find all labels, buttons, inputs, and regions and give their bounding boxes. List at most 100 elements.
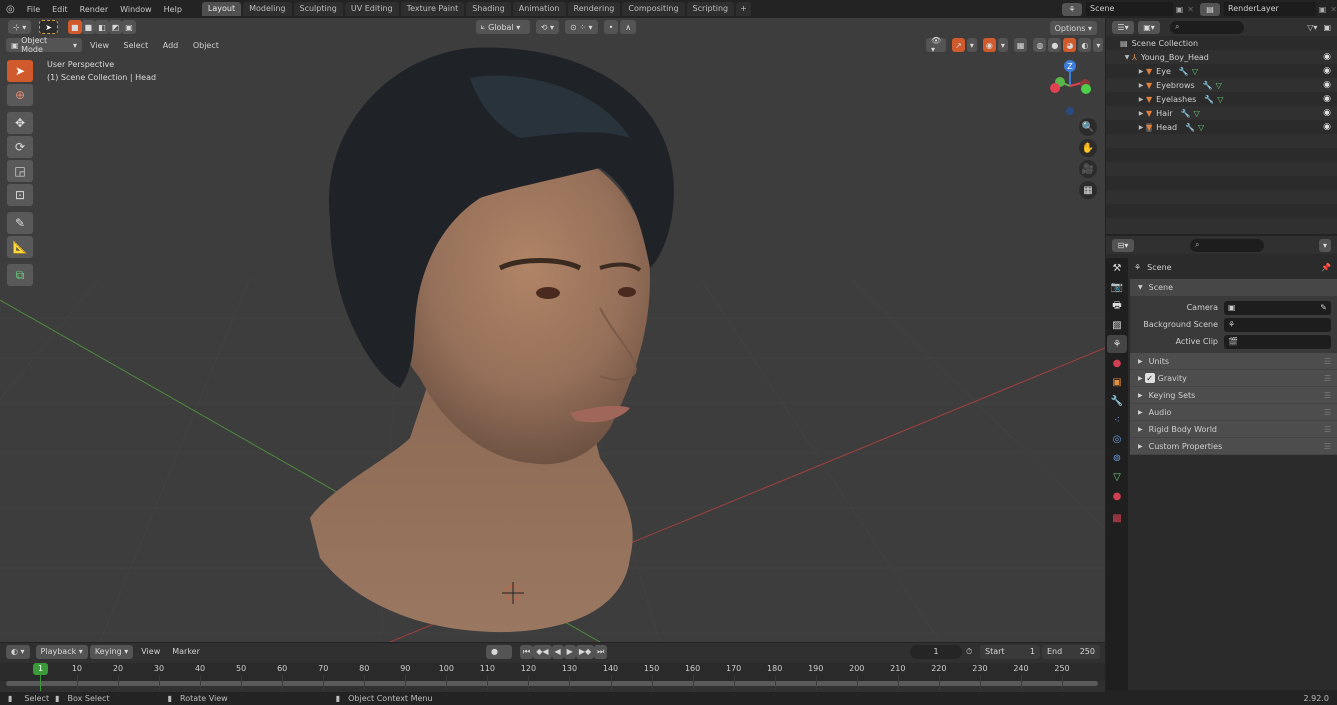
- select-intersect-icon[interactable]: ▣: [122, 20, 136, 34]
- select-box-tool-icon[interactable]: ➤: [7, 60, 33, 82]
- menu-select[interactable]: Select: [118, 41, 155, 50]
- output-tab-icon[interactable]: 🖶: [1107, 297, 1127, 315]
- tab-shading[interactable]: Shading: [466, 2, 511, 16]
- expand-down-icon[interactable]: ▼: [1122, 54, 1132, 61]
- expand-right-icon[interactable]: ▶: [1136, 68, 1146, 75]
- 3d-viewport[interactable]: ⊹ ▾ ➤ ■ ■ ◧ ◩ ▣ ⟀ Global ▾ ⟲ ▾ ⊙ ⁘ ▾ • ∧…: [0, 18, 1105, 642]
- visibility-eye-icon[interactable]: ◉: [1323, 108, 1331, 118]
- drag-grip-icon[interactable]: ☰: [1324, 391, 1331, 400]
- shading-material[interactable]: ◕: [1063, 38, 1077, 52]
- jump-end-icon[interactable]: ⏭: [594, 644, 608, 659]
- rigid-body-world-panel[interactable]: ▶ Rigid Body World ☰: [1130, 421, 1337, 438]
- proportional-edit-toggle[interactable]: •: [603, 20, 619, 34]
- select-invert-icon[interactable]: ◩: [108, 20, 123, 34]
- custom-properties-panel[interactable]: ▶ Custom Properties ☰: [1130, 438, 1337, 455]
- tab-modeling[interactable]: Modeling: [243, 2, 292, 16]
- tab-layout[interactable]: Layout: [201, 2, 242, 16]
- scene-selector[interactable]: ⚘ Scene ▣ ✕: [1062, 2, 1194, 16]
- display-mode-icon[interactable]: ▣▾: [1138, 20, 1160, 34]
- scene-tab-icon[interactable]: ⚘: [1107, 335, 1127, 353]
- blender-logo-icon[interactable]: ◎: [0, 4, 21, 15]
- filter-icon[interactable]: ▽▾: [1307, 23, 1317, 32]
- outliner-object-row[interactable]: ▶ ▼ Hair 🔧 ▽ ◉: [1106, 106, 1337, 120]
- audio-panel[interactable]: ▶ Audio ☰: [1130, 404, 1337, 421]
- tab-scripting[interactable]: Scripting: [686, 2, 735, 16]
- playback-dropdown[interactable]: Playback ▾: [35, 644, 88, 659]
- shading-rendered[interactable]: ◐: [1078, 38, 1092, 52]
- active-clip-field[interactable]: 🎬: [1224, 334, 1331, 349]
- physics-tab-icon[interactable]: ◎: [1107, 430, 1127, 448]
- play-icon[interactable]: ▶: [563, 644, 576, 659]
- mode-dropdown[interactable]: ▣ Object Mode ▾: [6, 36, 82, 54]
- menu-help[interactable]: Help: [158, 5, 188, 14]
- expand-right-icon[interactable]: ▶: [1136, 110, 1146, 117]
- view-layer-tab-icon[interactable]: ▨: [1107, 316, 1127, 334]
- particles-tab-icon[interactable]: ⁖: [1107, 411, 1127, 429]
- view-layer-icon[interactable]: ▤: [1200, 2, 1220, 16]
- menu-file[interactable]: File: [21, 5, 46, 14]
- object-tab-icon[interactable]: ▣: [1107, 373, 1127, 391]
- cursor-tool-icon[interactable]: ⊕: [7, 84, 33, 106]
- timeline-menu-view[interactable]: View: [135, 647, 166, 656]
- pivot-point-dropdown[interactable]: ⟲ ▾: [535, 20, 560, 34]
- menu-edit[interactable]: Edit: [46, 5, 74, 14]
- keying-dropdown[interactable]: Keying ▾: [89, 644, 134, 659]
- new-view-layer-icon[interactable]: ▣: [1319, 5, 1327, 14]
- modifier-tab-icon[interactable]: 🔧: [1107, 392, 1127, 410]
- zoom-icon[interactable]: 🔍: [1079, 118, 1097, 136]
- drag-grip-icon[interactable]: ☰: [1324, 374, 1331, 383]
- collection-row[interactable]: ▼ ⅄ Young_Boy_Head ◉: [1106, 50, 1337, 64]
- outliner-object-row[interactable]: ▶ ▼ Eyebrows 🔧 ▽ ◉: [1106, 78, 1337, 92]
- select-subtract-icon[interactable]: ◧: [95, 20, 109, 34]
- jump-next-keyframe-icon[interactable]: ▶◆: [575, 644, 595, 659]
- drag-grip-icon[interactable]: ☰: [1324, 408, 1331, 417]
- menu-window[interactable]: Window: [114, 5, 158, 14]
- material-tab-icon[interactable]: ●: [1107, 487, 1127, 505]
- render-tab-icon[interactable]: 📷: [1107, 278, 1127, 296]
- navigation-gizmo[interactable]: Z: [1040, 56, 1100, 116]
- annotate-tool-icon[interactable]: ✎: [7, 212, 33, 234]
- camera-view-icon[interactable]: 🎥: [1079, 160, 1097, 178]
- gizmo-toggle[interactable]: ↗: [952, 38, 965, 52]
- properties-editor-type-icon[interactable]: ⊟▾: [1112, 238, 1134, 252]
- timeline-editor-type-icon[interactable]: ◐ ▾: [6, 644, 30, 659]
- world-tab-icon[interactable]: ●: [1107, 354, 1127, 372]
- drag-grip-icon[interactable]: ☰: [1324, 442, 1331, 451]
- scene-icon[interactable]: ⚘: [1062, 2, 1082, 16]
- snap-dropdown[interactable]: ⊙ ⁘ ▾: [565, 20, 598, 34]
- shading-dropdown[interactable]: ▾: [1093, 38, 1104, 52]
- tab-texture-paint[interactable]: Texture Paint: [400, 2, 465, 16]
- outliner-object-row[interactable]: ▶ ▼ Eye 🔧 ▽ ◉: [1106, 64, 1337, 78]
- visibility-eye-icon[interactable]: ◉: [1323, 66, 1331, 76]
- view-layer-selector[interactable]: ▤ RenderLayer ▣ ✕: [1200, 2, 1337, 16]
- visibility-dropdown[interactable]: 👁 ▾: [926, 36, 947, 54]
- visibility-eye-icon[interactable]: ◉: [1323, 52, 1331, 62]
- outliner-object-row[interactable]: ▶ ▼ Head 🔧 ▽ ◉: [1106, 120, 1337, 134]
- menu-render[interactable]: Render: [74, 5, 114, 14]
- move-tool-icon[interactable]: ✥: [7, 112, 33, 134]
- scale-tool-icon[interactable]: ◲: [7, 160, 33, 182]
- keying-sets-panel[interactable]: ▶ Keying Sets ☰: [1130, 387, 1337, 404]
- tab-rendering[interactable]: Rendering: [567, 2, 621, 16]
- preview-range-icon[interactable]: ⏱: [966, 647, 972, 657]
- add-workspace-button[interactable]: +: [736, 2, 751, 16]
- properties-search-input[interactable]: ⌕: [1190, 238, 1264, 252]
- pan-hand-icon[interactable]: ✋: [1079, 139, 1097, 157]
- xray-toggle[interactable]: ▦: [1013, 38, 1028, 52]
- new-scene-icon[interactable]: ▣: [1176, 5, 1184, 14]
- properties-options-dropdown[interactable]: ▾: [1319, 238, 1331, 252]
- gizmo-dropdown[interactable]: ▾: [966, 38, 977, 52]
- editor-type-button[interactable]: ⊹ ▾: [8, 20, 32, 34]
- options-dropdown[interactable]: Options ▾: [1049, 21, 1097, 35]
- outliner-search-input[interactable]: ⌕: [1170, 20, 1244, 34]
- measure-tool-icon[interactable]: 📐: [7, 236, 33, 258]
- visibility-eye-icon[interactable]: ◉: [1323, 80, 1331, 90]
- scene-name[interactable]: Scene: [1086, 2, 1173, 16]
- background-scene-field[interactable]: ⚘: [1224, 317, 1331, 332]
- texture-tab-icon[interactable]: ▩: [1107, 509, 1127, 527]
- drag-grip-icon[interactable]: ☰: [1324, 425, 1331, 434]
- menu-view[interactable]: View: [84, 41, 115, 50]
- rotate-tool-icon[interactable]: ⟳: [7, 136, 33, 158]
- select-extend-icon[interactable]: ■: [81, 20, 96, 34]
- jump-start-icon[interactable]: ⏮: [520, 644, 534, 659]
